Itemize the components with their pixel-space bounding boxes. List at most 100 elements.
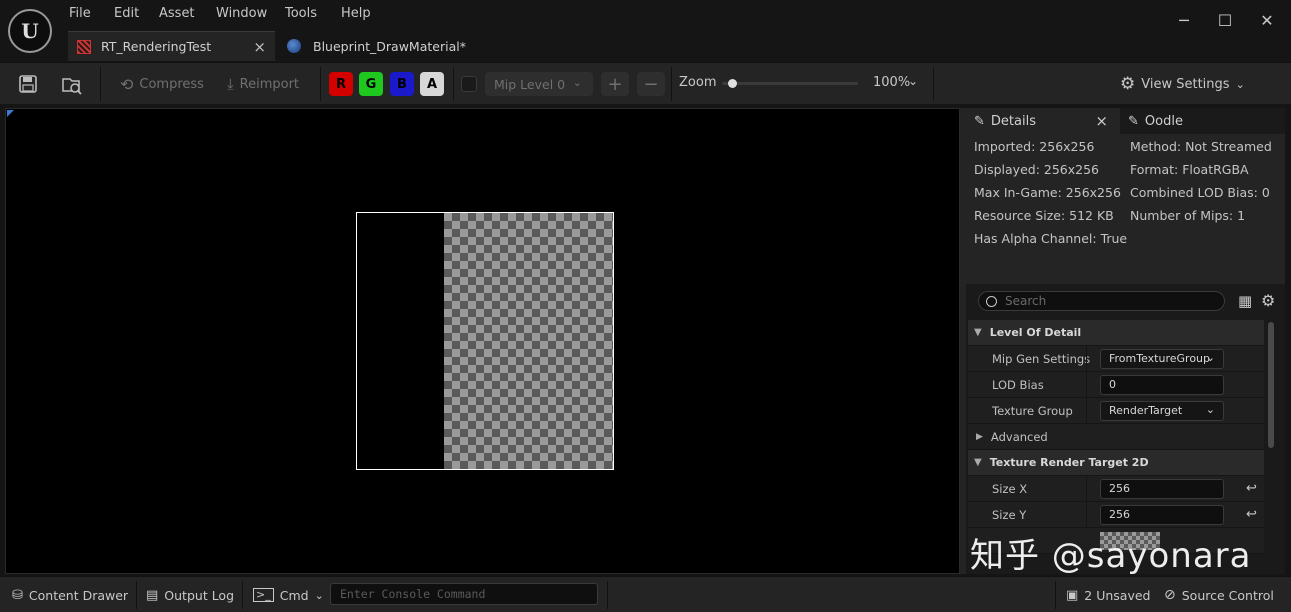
reimport-label: Reimport <box>239 76 300 92</box>
menu-file[interactable]: File <box>69 6 91 24</box>
source-control-button[interactable]: ⊘ Source Control <box>1164 585 1274 605</box>
mip-level-dropdown[interactable]: Mip Level 0 ⌄ <box>485 72 593 96</box>
category-texture-render-target-2d[interactable]: ▼ Texture Render Target 2D <box>968 450 1264 476</box>
prop-row-size-y: Size Y 256 ↩ <box>968 502 1264 528</box>
texture-info: Imported: 256x256 Displayed: 256x256 Max… <box>966 134 1285 284</box>
toolbar-divider <box>100 67 101 101</box>
tab-label: RT_RenderingTest <box>101 39 212 54</box>
zoom-label: Zoom <box>679 75 717 90</box>
channel-r-button[interactable]: R <box>329 72 353 96</box>
zoom-slider-track[interactable] <box>722 79 858 88</box>
settings-gear-icon[interactable]: ⚙ <box>1261 291 1275 310</box>
compress-button[interactable]: ⟲ Compress <box>120 74 204 94</box>
details-scrollbar[interactable] <box>1268 322 1274 448</box>
reset-to-default-icon[interactable]: ↩ <box>1246 481 1257 496</box>
output-log-icon: ▤ <box>146 587 159 603</box>
chevron-down-icon: ⌄ <box>314 588 324 602</box>
compress-icon: ⟲ <box>120 74 134 94</box>
info-combined-lod-bias: Combined LOD Bias: 0 <box>1130 185 1270 200</box>
mip-decrease-button[interactable]: − <box>637 72 665 96</box>
view-settings-label: View Settings <box>1141 76 1230 92</box>
statusbar-divider <box>242 581 243 609</box>
info-imported: Imported: 256x256 <box>974 139 1095 154</box>
zoom-value[interactable]: 100% <box>873 75 910 90</box>
search-icon <box>986 295 997 307</box>
zoom-chevron-down-icon[interactable]: ⌄ <box>908 74 918 88</box>
minimize-button[interactable]: ─ <box>1170 6 1198 34</box>
channel-a-button[interactable]: A <box>420 72 444 96</box>
size-x-input[interactable]: 256 <box>1100 478 1224 499</box>
blueprint-icon <box>287 39 301 53</box>
cmd-dropdown[interactable]: >_ Cmd ⌄ <box>253 585 324 605</box>
prop-row-lod-bias: LOD Bias 0 <box>968 372 1264 398</box>
zoom-slider-handle[interactable] <box>728 79 737 88</box>
info-number-of-mips: Number of Mips: 1 <box>1130 208 1246 223</box>
close-window-button[interactable]: ✕ <box>1253 6 1281 34</box>
info-format: Format: FloatRGBA <box>1130 162 1249 177</box>
unsaved-label: 2 Unsaved <box>1084 587 1151 603</box>
viewport-corner-marker <box>7 110 14 117</box>
close-tab-icon[interactable]: × <box>253 38 266 56</box>
save-stack-icon: ▣ <box>1066 587 1079 603</box>
menu-tools[interactable]: Tools <box>285 6 317 24</box>
console-placeholder: Enter Console Command <box>340 587 486 601</box>
statusbar-divider <box>607 581 608 609</box>
compress-label: Compress <box>139 76 204 92</box>
toolbar-divider <box>933 67 934 101</box>
size-y-input[interactable]: 256 <box>1100 504 1224 525</box>
channel-g-button[interactable]: G <box>359 72 383 96</box>
reset-to-default-icon[interactable]: ↩ <box>1246 507 1257 522</box>
console-command-input[interactable]: Enter Console Command <box>330 583 598 605</box>
column-divider <box>1086 476 1087 502</box>
unreal-logo-icon[interactable]: U <box>8 9 52 53</box>
chevron-down-icon: ⌄ <box>1205 402 1215 416</box>
unsaved-button[interactable]: ▣ 2 Unsaved <box>1066 585 1151 605</box>
mip-checkbox[interactable] <box>461 76 477 92</box>
prop-label: LOD Bias <box>992 377 1044 392</box>
column-divider <box>1086 372 1087 398</box>
column-divider <box>1086 398 1087 424</box>
reimport-button[interactable]: ⤓ Reimport <box>227 75 299 93</box>
prop-row-mip-gen-settings: Mip Gen Settings FromTextureGroup ⌄ <box>968 346 1264 372</box>
mip-gen-settings-dropdown[interactable]: FromTextureGroup ⌄ <box>1100 348 1224 369</box>
source-control-label: Source Control <box>1181 587 1274 603</box>
mip-increase-button[interactable]: + <box>601 72 629 96</box>
texture-group-dropdown[interactable]: RenderTarget ⌄ <box>1100 400 1224 421</box>
tab-blueprint-drawmaterial[interactable]: Blueprint_DrawMaterial* <box>287 31 487 61</box>
tab-oodle[interactable]: ✎ Oodle <box>1128 108 1183 134</box>
chevron-down-icon: ⌄ <box>1235 77 1245 91</box>
details-search-input[interactable]: Search <box>978 291 1225 311</box>
output-log-button[interactable]: ▤ Output Log <box>146 585 234 605</box>
save-icon[interactable] <box>18 74 38 94</box>
advanced-expander[interactable]: ▶ Advanced <box>968 424 1264 450</box>
pencil-icon: ✎ <box>974 113 985 129</box>
view-settings-button[interactable]: ⚙ View Settings ⌄ <box>1120 74 1245 94</box>
title-bar: U File Edit Asset Window Tools Help ─ ☐ … <box>0 0 1291 62</box>
dropdown-value: FromTextureGroup <box>1109 352 1211 365</box>
terminal-icon: >_ <box>253 588 274 602</box>
category-level-of-detail[interactable]: ▼ Level Of Detail <box>968 320 1264 346</box>
content-drawer-button[interactable]: ⛁ Content Drawer <box>12 585 128 605</box>
watermark-text: 知乎 @sayonara <box>970 536 1252 576</box>
info-displayed: Displayed: 256x256 <box>974 162 1099 177</box>
toolbar-divider <box>453 67 454 101</box>
menu-window[interactable]: Window <box>216 6 267 24</box>
prop-row-texture-group: Texture Group RenderTarget ⌄ <box>968 398 1264 424</box>
tab-details[interactable]: ✎ Details × <box>966 108 1120 134</box>
maximize-button[interactable]: ☐ <box>1211 6 1239 34</box>
browse-asset-icon[interactable] <box>61 74 83 96</box>
channel-b-button[interactable]: B <box>390 72 414 96</box>
table-view-icon[interactable]: ▦ <box>1238 292 1252 310</box>
menu-asset[interactable]: Asset <box>159 6 195 24</box>
tab-rt-renderingtest[interactable]: RT_RenderingTest × <box>68 31 275 61</box>
statusbar-divider <box>1055 581 1056 609</box>
search-placeholder: Search <box>1005 294 1047 308</box>
toolbar-divider <box>320 67 321 101</box>
menu-edit[interactable]: Edit <box>114 6 139 24</box>
close-tab-icon[interactable]: × <box>1095 112 1108 130</box>
pencil-icon: ✎ <box>1128 113 1139 129</box>
category-label: Texture Render Target 2D <box>989 456 1149 469</box>
menu-help[interactable]: Help <box>341 6 371 24</box>
lod-bias-input[interactable]: 0 <box>1100 374 1224 395</box>
reimport-icon: ⤓ <box>227 75 234 93</box>
